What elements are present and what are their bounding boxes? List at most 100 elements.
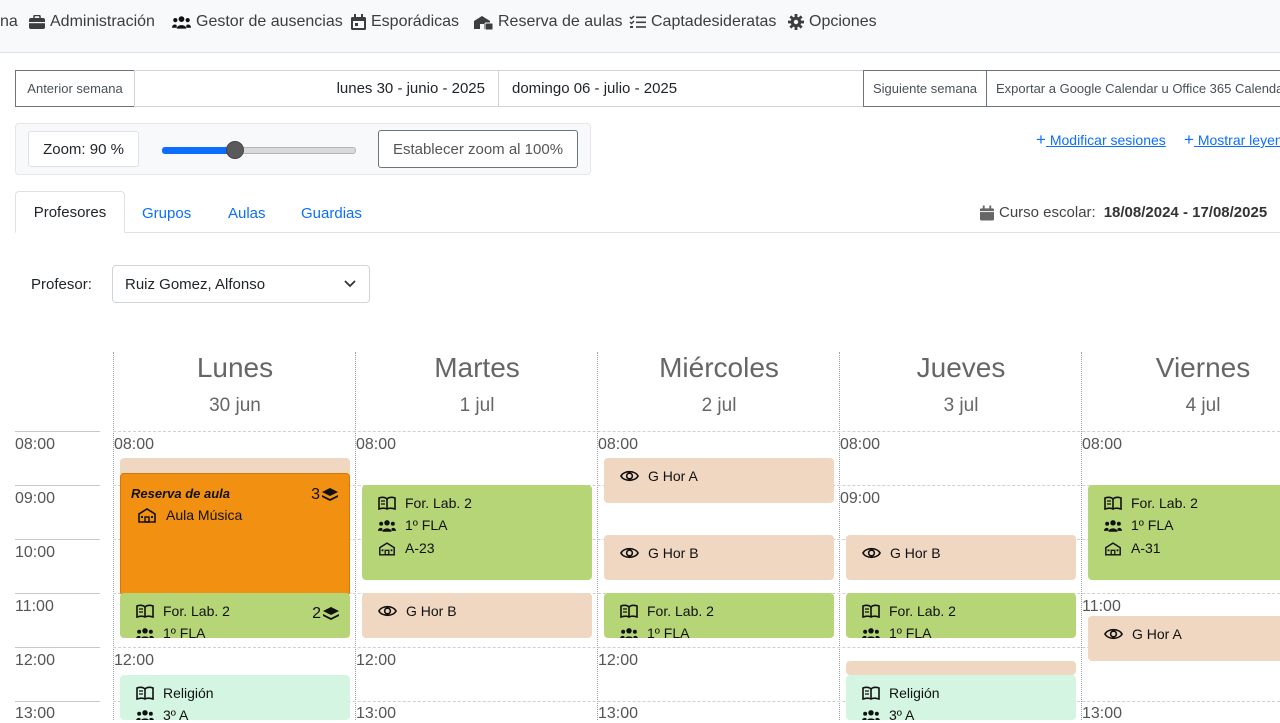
professor-filter-label: Profesor: bbox=[31, 276, 92, 293]
users-icon bbox=[862, 709, 880, 721]
event-subject-line: Religión bbox=[136, 685, 214, 701]
event-session-forlab[interactable]: For. Lab. 2 1º FLA bbox=[846, 593, 1076, 638]
zoom-slider-thumb[interactable] bbox=[225, 141, 244, 159]
users-icon bbox=[862, 627, 880, 639]
users-icon bbox=[620, 627, 638, 639]
time-label: 11:00 bbox=[1082, 598, 1121, 615]
reset-zoom-button[interactable]: Establecer zoom al 100% bbox=[378, 130, 578, 168]
time-label: 13:00 bbox=[15, 705, 56, 722]
event-session-religion[interactable]: Religión 3º A bbox=[846, 675, 1076, 720]
eye-icon bbox=[378, 604, 397, 618]
professor-select[interactable]: Ruiz Gomez, Alfonso bbox=[112, 265, 370, 303]
book-icon bbox=[862, 604, 880, 618]
briefcase-icon bbox=[29, 14, 45, 29]
event-guard-label: G Hor A bbox=[1132, 626, 1182, 642]
users-icon bbox=[136, 627, 154, 639]
event-subject: For. Lab. 2 bbox=[1131, 495, 1198, 511]
event-session-forlab[interactable]: For. Lab. 2 1º FLA A-23 bbox=[362, 485, 592, 580]
modify-sessions-link[interactable]: + Modificar sesiones bbox=[1036, 130, 1166, 150]
chevron-down-icon bbox=[344, 280, 356, 288]
time-label: 09:00 bbox=[840, 490, 881, 507]
hour-line bbox=[113, 431, 1280, 432]
event-peach-stub[interactable] bbox=[846, 661, 1076, 675]
nav-item-esporadicas[interactable]: Esporádicas bbox=[351, 13, 459, 31]
modify-sessions-label: Modificar sesiones bbox=[1049, 132, 1166, 148]
show-legend-link[interactable]: + Mostrar leyenda bbox=[1184, 130, 1280, 150]
event-count-badge: 3 bbox=[311, 486, 339, 504]
event-reserva-aula[interactable]: Reserva de aula 3 Aula Música bbox=[120, 473, 350, 596]
event-guard-line: G Hor B bbox=[620, 545, 699, 561]
event-group-line: 1º FLA bbox=[378, 517, 447, 533]
tabs-divider bbox=[15, 232, 1280, 233]
tab-grupos[interactable]: Grupos bbox=[142, 205, 191, 222]
day-date-jueves: 3 jul bbox=[943, 395, 979, 416]
event-title: Reserva de aula bbox=[131, 486, 231, 501]
event-group-line: 1º FLA bbox=[136, 625, 205, 638]
event-count: 2 bbox=[312, 605, 321, 622]
tab-guardias[interactable]: Guardias bbox=[301, 205, 362, 222]
nav-item-label: Captadesideratas bbox=[651, 13, 777, 30]
nav-item-administracion[interactable]: Administración bbox=[29, 13, 155, 31]
nav-item-label: Esporádicas bbox=[371, 13, 460, 30]
layers-icon bbox=[322, 606, 340, 622]
time-label: 12:00 bbox=[114, 652, 155, 669]
school-year: Curso escolar: 18/08/2024 - 17/08/2025 bbox=[980, 204, 1267, 221]
nav-item-label: na bbox=[0, 13, 18, 30]
list-check-icon bbox=[629, 15, 646, 28]
event-session-forlab[interactable]: For. Lab. 2 1º FLA A-31 bbox=[1088, 485, 1280, 580]
event-subject: Religión bbox=[163, 685, 214, 701]
event-group-line: 1º FLA bbox=[862, 625, 931, 638]
event-room: A-31 bbox=[1131, 540, 1161, 556]
time-tick bbox=[15, 431, 100, 432]
event-session-forlab[interactable]: For. Lab. 2 2 1º FLA bbox=[120, 593, 350, 638]
export-calendar-button[interactable]: Exportar a Google Calendar u Office 365 … bbox=[986, 70, 1280, 107]
event-guard[interactable]: G Hor A bbox=[1088, 616, 1280, 661]
event-guard[interactable]: G Hor B bbox=[846, 535, 1076, 580]
nav-item-truncated[interactable]: na bbox=[0, 13, 18, 31]
week-end-date: domingo 06 - julio - 2025 bbox=[498, 70, 864, 107]
event-count: 3 bbox=[311, 486, 320, 503]
tab-profesores[interactable]: Profesores bbox=[15, 191, 125, 233]
time-label: 08:00 bbox=[840, 436, 881, 453]
time-label: 10:00 bbox=[15, 544, 56, 561]
nav-item-captadesideratas[interactable]: Captadesideratas bbox=[629, 13, 776, 31]
users-icon bbox=[172, 15, 191, 29]
time-label: 08:00 bbox=[356, 436, 397, 453]
previous-week-button[interactable]: Anterior semana bbox=[15, 70, 135, 107]
time-tick bbox=[15, 485, 100, 486]
book-icon bbox=[378, 496, 396, 510]
next-week-button[interactable]: Siguiente semana bbox=[863, 70, 987, 107]
event-guard[interactable]: G Hor B bbox=[604, 535, 834, 580]
book-icon bbox=[136, 604, 154, 618]
event-guard[interactable]: G Hor A bbox=[604, 458, 834, 503]
event-room: Aula Música bbox=[166, 507, 243, 523]
eye-icon bbox=[862, 546, 881, 560]
time-label: 13:00 bbox=[598, 705, 639, 722]
event-guard-label: G Hor B bbox=[890, 545, 941, 561]
event-guard[interactable]: G Hor B bbox=[362, 593, 592, 638]
tab-aulas[interactable]: Aulas bbox=[228, 205, 266, 222]
book-icon bbox=[136, 686, 154, 700]
time-label: 13:00 bbox=[1082, 705, 1123, 722]
time-label: 09:00 bbox=[15, 490, 56, 507]
event-room-line: A-31 bbox=[1104, 540, 1161, 556]
event-room: A-23 bbox=[405, 540, 435, 556]
nav-item-reserva-aulas[interactable]: Reserva de aulas bbox=[473, 13, 623, 31]
nav-item-label: Gestor de ausencias bbox=[196, 13, 343, 30]
event-subject-line: For. Lab. 2 bbox=[378, 495, 472, 511]
top-navbar: na Administración Gestor de ausencias Es… bbox=[0, 0, 1280, 53]
eye-icon bbox=[620, 546, 639, 560]
event-group-line: 1º FLA bbox=[620, 625, 689, 638]
event-session-forlab[interactable]: For. Lab. 2 1º FLA bbox=[604, 593, 834, 638]
eye-icon bbox=[620, 469, 639, 483]
day-date-lunes: 30 jun bbox=[209, 395, 261, 416]
event-session-religion[interactable]: Religión 3º A bbox=[120, 675, 350, 720]
nav-item-gestor-ausencias[interactable]: Gestor de ausencias bbox=[172, 13, 343, 31]
time-label: 12:00 bbox=[356, 652, 397, 669]
event-group-line: 3º A bbox=[136, 707, 188, 720]
time-label: 08:00 bbox=[15, 436, 56, 453]
nav-item-opciones[interactable]: Opciones bbox=[788, 13, 877, 31]
time-label: 12:00 bbox=[15, 652, 56, 669]
show-legend-label: Mostrar leyenda bbox=[1197, 132, 1280, 148]
calendar-icon bbox=[351, 14, 366, 30]
